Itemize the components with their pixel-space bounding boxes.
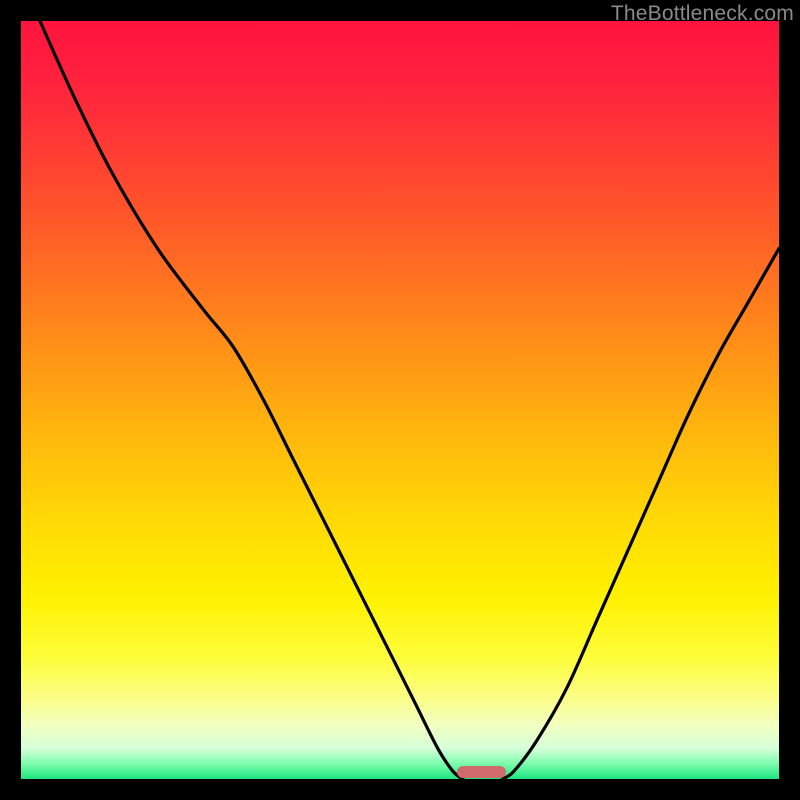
plot-area (21, 21, 779, 779)
watermark-label: TheBottleneck.com (611, 2, 794, 26)
chart-frame: TheBottleneck.com (0, 0, 800, 800)
optimal-marker (457, 766, 506, 778)
bottleneck-curve (21, 21, 779, 779)
